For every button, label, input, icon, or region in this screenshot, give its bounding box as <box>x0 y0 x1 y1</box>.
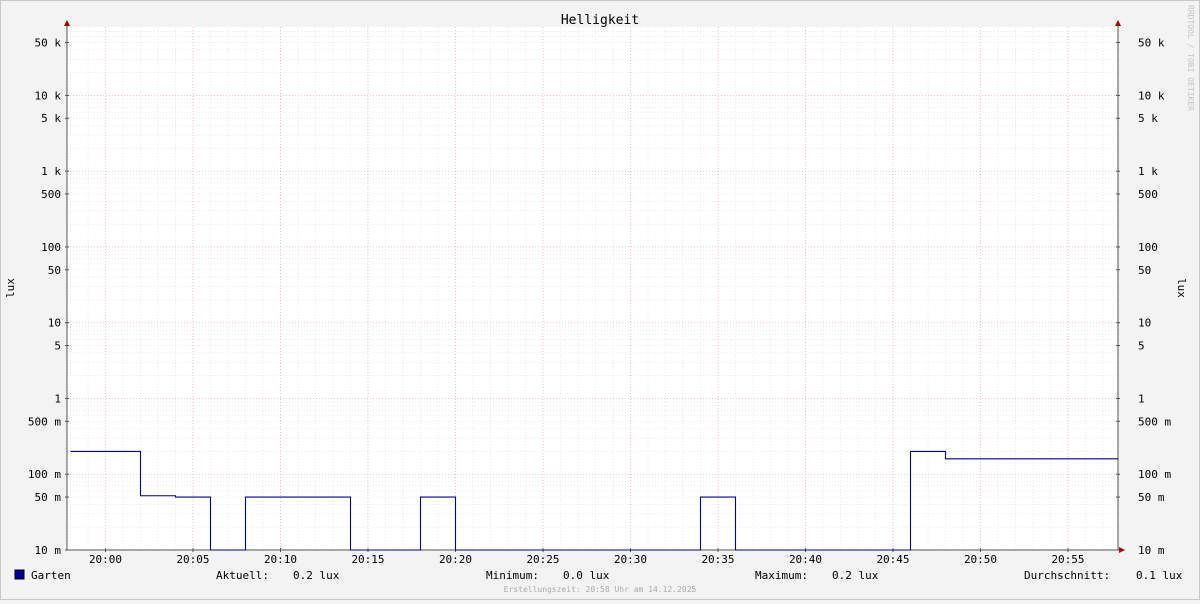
x-tick-label: 20:55 <box>1051 553 1084 566</box>
x-tick-label: 20:45 <box>876 553 909 566</box>
y-tick-label-right: 500 <box>1138 188 1158 201</box>
y-tick-label-left: 100 <box>41 241 61 254</box>
legend-minimum-value: 0.0 lux <box>563 569 610 582</box>
x-tick-label: 20:35 <box>701 553 734 566</box>
x-tick-label: 20:50 <box>964 553 997 566</box>
y-tick-label-right: 1 <box>1138 392 1145 405</box>
legend-swatch-garten <box>14 569 25 580</box>
x-tick-label: 20:40 <box>789 553 822 566</box>
y-axis-label-left: lux <box>4 278 17 298</box>
legend-aktuell-label: Aktuell: <box>216 569 269 582</box>
y-axis-label-right: lux <box>1175 278 1188 298</box>
y-axis-right-arrow <box>1115 20 1121 26</box>
legend-durchschnitt-label: Durchschnitt: <box>1024 569 1110 582</box>
x-tick-label: 20:25 <box>526 553 559 566</box>
legend-series-name: Garten <box>31 569 71 582</box>
y-tick-label-left: 50 <box>48 264 61 277</box>
legend-aktuell-value: 0.2 lux <box>293 569 340 582</box>
rrdtool-credit: RRDTOOL / TOBI OETIKER <box>1186 5 1195 111</box>
y-tick-label-left: 5 k <box>41 112 61 125</box>
x-tick-label: 20:00 <box>89 553 122 566</box>
y-tick-label-right: 1 k <box>1138 165 1158 178</box>
y-tick-label-right: 500 m <box>1138 415 1171 428</box>
x-tick-label: 20:30 <box>614 553 647 566</box>
y-tick-label-left: 10 <box>48 317 61 330</box>
x-tick-label: 20:15 <box>351 553 384 566</box>
y-tick-label-right: 5 <box>1138 340 1145 353</box>
legend-maximum-label: Maximum: <box>755 569 808 582</box>
y-tick-label-right: 100 <box>1138 241 1158 254</box>
y-tick-label-right: 5 k <box>1138 112 1158 125</box>
y-tick-label-left: 1 <box>54 392 61 405</box>
x-tick-label: 20:10 <box>264 553 297 566</box>
y-tick-label-right: 50 <box>1138 264 1151 277</box>
plot-area: 20:00 20:05 20:10 20:15 20:20 20:25 20:30 20:35… <box>28 20 1171 566</box>
plot-background <box>67 27 1118 550</box>
y-tick-label-right: 10 <box>1138 317 1151 330</box>
legend-durchschnitt-value: 0.1 lux <box>1136 569 1183 582</box>
y-tick-label-right: 100 m <box>1138 468 1171 481</box>
legend-minimum-label: Minimum: <box>486 569 539 582</box>
y-axis-left-arrow <box>64 20 70 26</box>
footer-timestamp: Erstellungszeit: 20:58 Uhr am 14.12.2025 <box>504 585 697 594</box>
y-tick-label-left: 5 <box>54 340 61 353</box>
y-tick-label-right: 10 k <box>1138 89 1165 102</box>
legend-maximum-value: 0.2 lux <box>832 569 879 582</box>
y-tick-label-left: 500 m <box>28 415 61 428</box>
y-tick-label-right: 10 m <box>1138 544 1165 557</box>
y-tick-label-left: 50 k <box>35 36 62 49</box>
y-tick-label-right: 50 m <box>1138 491 1165 504</box>
chart-svg: Helligkeit lux lux RRDTOOL / TOBI OETIKE… <box>4 5 1195 594</box>
y-tick-label-left: 50 m <box>35 491 62 504</box>
chart-frame: Helligkeit lux lux RRDTOOL / TOBI OETIKE… <box>0 0 1200 600</box>
y-tick-label-left: 10 m <box>35 544 62 557</box>
y-tick-label-left: 10 k <box>35 89 62 102</box>
x-tick-label: 20:20 <box>439 553 472 566</box>
chart-title: Helligkeit <box>561 13 639 28</box>
y-tick-label-left: 500 <box>41 188 61 201</box>
x-tick-label: 20:05 <box>176 553 209 566</box>
y-tick-label-right: 50 k <box>1138 36 1165 49</box>
y-tick-label-left: 1 k <box>41 165 61 178</box>
y-tick-label-left: 100 m <box>28 468 61 481</box>
